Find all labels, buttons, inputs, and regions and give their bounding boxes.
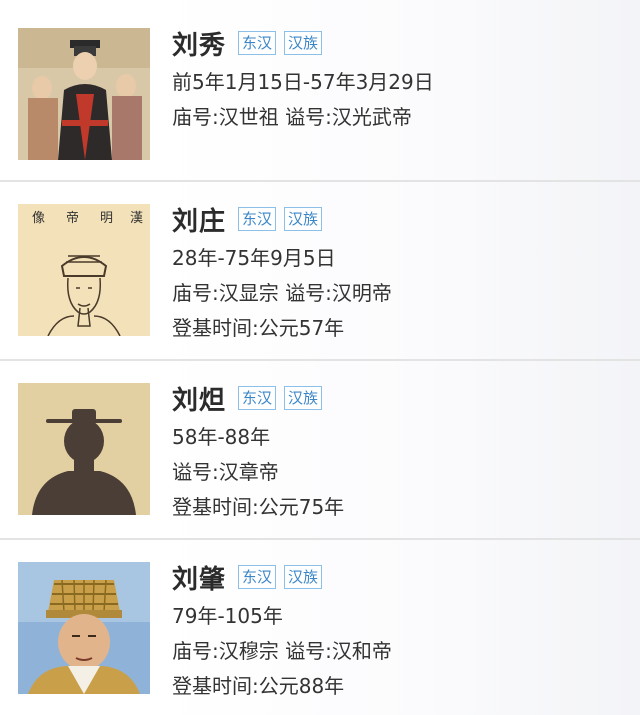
accession-text: 登基时间:公元75年: [172, 495, 345, 519]
emperor-name[interactable]: 刘秀: [172, 25, 226, 62]
emperor-list: 刘秀 东汉 汉族 前5年1月15日-57年3月29日 庙号:汉世祖 谥号:汉光武…: [0, 0, 640, 715]
titles-text: 庙号:汉显宗 谥号:汉明帝: [172, 281, 392, 305]
emperor-name[interactable]: 刘炟: [172, 380, 226, 417]
svg-text:帝: 帝: [66, 210, 79, 226]
ethnicity-tag[interactable]: 汉族: [284, 31, 323, 55]
dynasty-tag[interactable]: 东汉: [238, 565, 277, 589]
lifespan-text: 58年-88年: [172, 425, 271, 449]
accession-text: 登基时间:公元88年: [172, 674, 345, 698]
dynasty-tag[interactable]: 东汉: [238, 207, 277, 231]
portrait-image[interactable]: [18, 562, 150, 694]
dynasty-tag[interactable]: 东汉: [238, 31, 277, 55]
ethnicity-tag[interactable]: 汉族: [284, 207, 323, 231]
accession-text: 登基时间:公元57年: [172, 316, 345, 340]
emperor-name[interactable]: 刘肇: [172, 559, 226, 596]
ethnicity-tag[interactable]: 汉族: [284, 386, 323, 410]
titles-text: 庙号:汉世祖 谥号:汉光武帝: [172, 105, 412, 129]
portrait-image[interactable]: 像 帝 明 漢: [18, 204, 150, 336]
titles-text: 庙号:汉穆宗 谥号:汉和帝: [172, 639, 392, 663]
silhouette-icon: [18, 383, 150, 515]
portrait-image[interactable]: [18, 28, 150, 160]
emperor-card[interactable]: 刘肇 东汉 汉族 79年-105年 庙号:汉穆宗 谥号:汉和帝 登基时间:公元8…: [0, 540, 640, 715]
dynasty-tag[interactable]: 东汉: [238, 386, 277, 410]
emperor-header: 刘肇 东汉 汉族: [172, 559, 323, 596]
svg-text:明: 明: [100, 211, 113, 226]
svg-text:漢: 漢: [130, 211, 143, 226]
lifespan-text: 79年-105年: [172, 604, 283, 628]
lifespan-text: 28年-75年9月5日: [172, 246, 336, 270]
emperor-card[interactable]: 刘秀 东汉 汉族 前5年1月15日-57年3月29日 庙号:汉世祖 谥号:汉光武…: [0, 0, 640, 182]
emperor-name[interactable]: 刘庄: [172, 201, 226, 238]
portrait-caption: 像: [32, 211, 45, 226]
portrait-image[interactable]: [18, 383, 150, 515]
emperor-header: 刘炟 东汉 汉族: [172, 380, 323, 417]
ethnicity-tag[interactable]: 汉族: [284, 565, 323, 589]
lifespan-text: 前5年1月15日-57年3月29日: [172, 70, 434, 94]
emperor-header: 刘庄 东汉 汉族: [172, 201, 323, 238]
portrait-crown-icon: [18, 562, 150, 694]
titles-text: 谥号:汉章帝: [172, 460, 279, 484]
emperor-card[interactable]: 刘炟 东汉 汉族 58年-88年 谥号:汉章帝 登基时间:公元75年: [0, 361, 640, 540]
portrait-sketch-icon: 像 帝 明 漢: [18, 204, 150, 336]
emperor-header: 刘秀 东汉 汉族: [172, 25, 323, 62]
portrait-painting-icon: [18, 28, 150, 160]
emperor-card[interactable]: 像 帝 明 漢 刘庄 东汉 汉族 28年-75年9月5日 庙号:汉显宗 谥号:汉…: [0, 182, 640, 361]
